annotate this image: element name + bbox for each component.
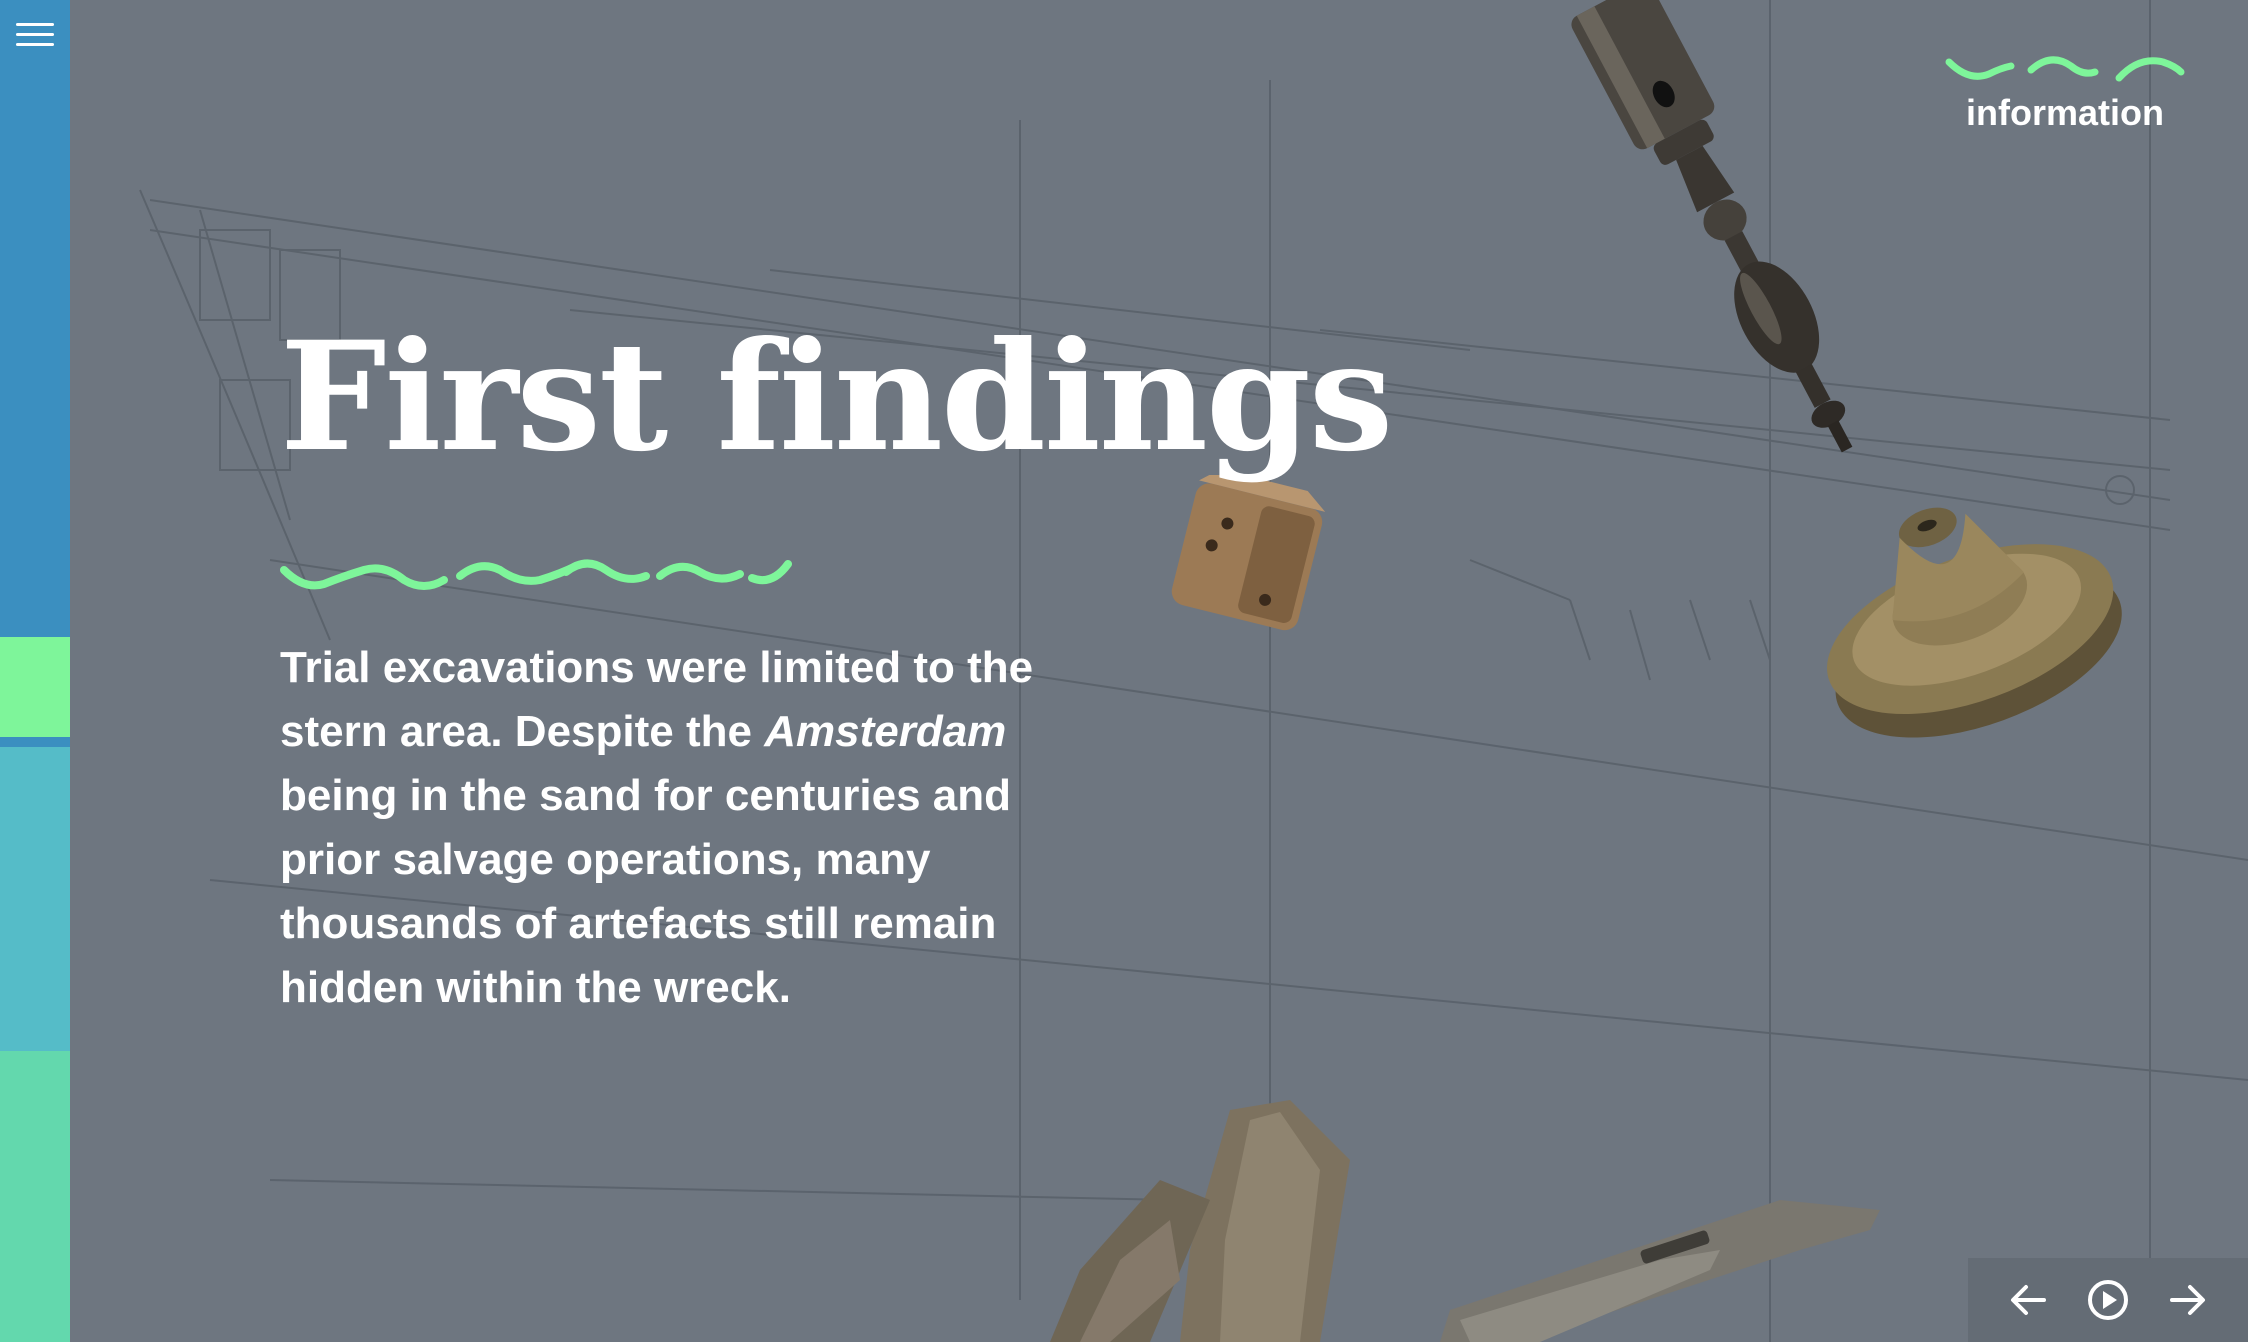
- progress-segment-later[interactable]: [0, 1051, 70, 1342]
- progress-rail: [0, 0, 70, 1342]
- hamburger-menu-icon[interactable]: [16, 20, 54, 50]
- candlestick-artefact-image: [1571, 0, 1853, 453]
- brass-base-artefact-image: [1827, 507, 2122, 738]
- progress-segment-next[interactable]: [0, 747, 70, 1051]
- ship-name-italic: Amsterdam: [764, 707, 1007, 756]
- dice-artefact-image: [1171, 475, 1326, 631]
- arrow-left-icon[interactable]: [2004, 1276, 2052, 1324]
- progress-segment-past[interactable]: [0, 0, 70, 637]
- information-button[interactable]: information: [1940, 52, 2190, 162]
- slide-navigation: [1968, 1258, 2248, 1342]
- arrow-right-icon[interactable]: [2164, 1276, 2212, 1324]
- slide-title: First findings: [280, 309, 1393, 485]
- iron-tool-artefact-image: [1050, 1100, 1880, 1342]
- information-label: information: [1966, 92, 2164, 133]
- slide-body-text: Trial excavations were limited to the st…: [280, 636, 1120, 1020]
- body-text-part-2: being in the sand for centuries and prio…: [280, 771, 1011, 1012]
- progress-divider: [0, 737, 70, 747]
- wave-divider-icon: [280, 559, 792, 590]
- play-circle-icon[interactable]: [2084, 1276, 2132, 1324]
- wave-icon: [1945, 56, 2185, 82]
- progress-segment-current[interactable]: [0, 637, 70, 737]
